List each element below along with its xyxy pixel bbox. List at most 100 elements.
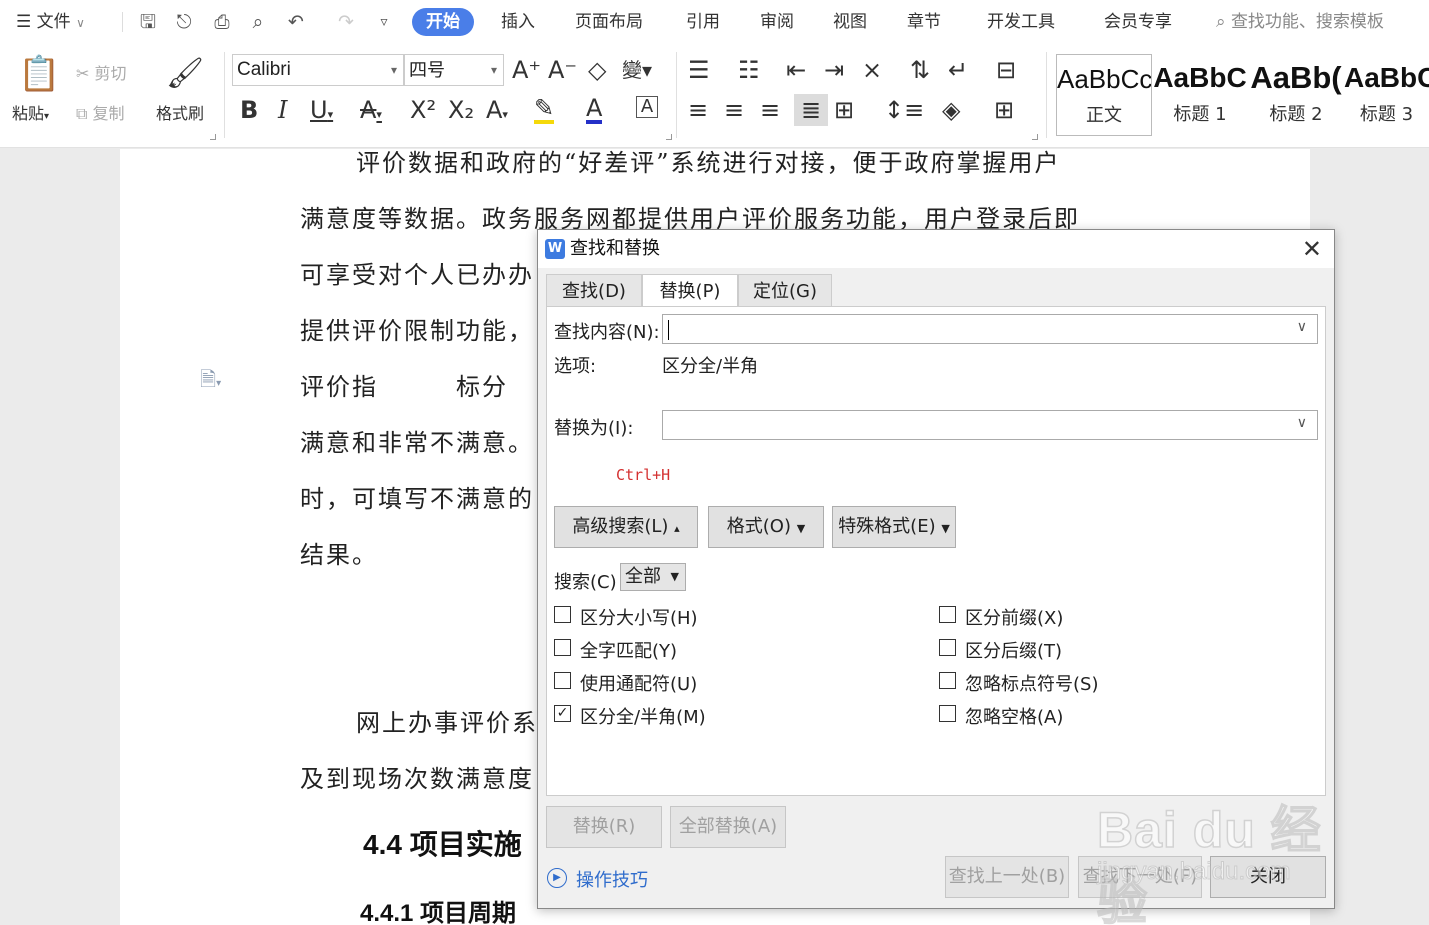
match-suffix-checkbox[interactable] <box>939 639 956 656</box>
scissors-icon: ✂ <box>76 64 90 83</box>
special-format-button[interactable]: 特殊格式(E) ▼ <box>832 506 956 548</box>
find-previous-button[interactable]: 查找上一处(B) <box>945 856 1069 898</box>
chevron-down-icon[interactable]: ∨ <box>1297 415 1307 431</box>
clear-format-icon[interactable]: ◇ <box>588 56 606 84</box>
increase-indent-icon[interactable]: ⇥ <box>824 56 844 84</box>
font-dialog-launcher[interactable] <box>666 134 672 140</box>
tab-view[interactable]: 视图 <box>833 0 867 44</box>
format-painter-button[interactable]: 格式刷 <box>156 100 204 124</box>
print-icon[interactable]: ⎙ <box>210 10 234 34</box>
full-half-width-checkbox[interactable]: ✓ <box>554 705 571 722</box>
tab-goto[interactable]: 定位(G) <box>738 274 832 307</box>
whole-word-checkbox[interactable] <box>554 639 571 656</box>
decrease-indent-icon[interactable]: ⇤ <box>786 56 806 84</box>
copy-button[interactable]: ⧉ 复制 <box>76 100 125 124</box>
font-name-select[interactable]: Calibri ▾ <box>232 54 404 86</box>
undo-icon[interactable]: ↶ <box>284 10 308 34</box>
shrink-font-icon[interactable]: A⁻ <box>548 56 577 84</box>
char-border-icon[interactable]: A <box>636 96 658 118</box>
show-marks-icon[interactable]: ↵ <box>948 56 968 84</box>
style-heading-1[interactable]: AaBbC 标题 1 <box>1152 54 1248 136</box>
ignore-punctuation-checkbox[interactable] <box>939 672 956 689</box>
tab-home[interactable]: 开始 <box>412 8 474 36</box>
strikethrough-icon[interactable]: A▾ <box>360 96 382 129</box>
search-scope-select[interactable]: 全部 ▼ <box>620 563 686 591</box>
tab-replace[interactable]: 替换(P) <box>642 274 738 308</box>
close-icon[interactable]: ✕ <box>1302 234 1322 264</box>
ignore-punctuation-label[interactable]: 忽略标点符号(S) <box>965 670 1098 696</box>
full-half-width-label[interactable]: 区分全/半角(M) <box>580 703 706 729</box>
ignore-space-checkbox[interactable] <box>939 705 956 722</box>
play-tips-icon[interactable]: ▶ <box>547 868 567 888</box>
highlight-icon[interactable]: ✎ <box>534 96 555 124</box>
align-center-icon[interactable]: ≡ <box>724 96 744 124</box>
italic-icon[interactable]: I <box>278 96 287 124</box>
replace-all-button[interactable]: 全部替换(A) <box>670 806 786 848</box>
match-prefix-checkbox[interactable] <box>939 606 956 623</box>
whole-word-label[interactable]: 全字匹配(Y) <box>580 637 677 663</box>
superscript-icon[interactable]: X² <box>410 96 436 124</box>
format-button[interactable]: 格式(O) ▼ <box>708 506 824 548</box>
tab-review[interactable]: 审阅 <box>760 0 794 44</box>
subscript-icon[interactable]: X₂ <box>448 96 474 124</box>
advanced-search-button[interactable]: 高级搜索(L) ▴ <box>554 506 698 548</box>
clipboard-dialog-launcher[interactable] <box>210 134 216 140</box>
align-left-icon[interactable]: ≡ <box>688 96 708 124</box>
borders-icon[interactable]: ⊞ <box>994 96 1014 124</box>
style-heading-3[interactable]: AaBbC 标题 3 <box>1344 54 1429 136</box>
document-map-icon[interactable]: 🗎▾ <box>200 365 221 399</box>
style-heading-2[interactable]: AaBb( 标题 2 <box>1248 54 1344 136</box>
chevron-down-icon: ▾ <box>490 63 497 77</box>
find-input[interactable]: ∨ <box>662 314 1318 344</box>
chevron-down-icon[interactable]: ∨ <box>1297 319 1307 335</box>
paste-button[interactable]: 粘贴▾ <box>12 100 49 124</box>
sort-icon[interactable]: ⇅ <box>910 56 930 84</box>
paste-icon[interactable]: 📋 <box>18 54 60 94</box>
replace-input[interactable]: ∨ <box>662 410 1318 440</box>
style-normal[interactable]: AaBbCcI 正文 <box>1056 54 1152 136</box>
print-preview-icon[interactable]: ⌕ <box>246 10 270 34</box>
match-case-label[interactable]: 区分大小写(H) <box>580 604 698 630</box>
match-prefix-label[interactable]: 区分前缀(X) <box>965 604 1063 630</box>
ignore-space-label[interactable]: 忽略空格(A) <box>965 703 1063 729</box>
bold-icon[interactable]: B <box>240 96 258 124</box>
tab-developer[interactable]: 开发工具 <box>987 0 1055 44</box>
shading-icon[interactable]: ◈ <box>942 96 960 124</box>
redo-icon[interactable]: ↷ <box>334 10 358 34</box>
tab-chapter[interactable]: 章节 <box>907 0 941 44</box>
tab-member[interactable]: 会员专享 <box>1104 0 1172 44</box>
font-size-select[interactable]: 四号 ▾ <box>404 54 504 86</box>
replace-button[interactable]: 替换(R) <box>546 806 662 848</box>
match-case-checkbox[interactable] <box>554 606 571 623</box>
customize-toolbar-icon[interactable]: ▿ <box>372 10 396 34</box>
text-effect-icon[interactable]: A▾ <box>486 96 508 129</box>
search-function-box[interactable]: ⌕ 查找功能、搜索模板 <box>1216 0 1384 44</box>
font-color-icon[interactable]: A <box>586 96 603 124</box>
chinese-layout-icon[interactable]: ⨯ <box>862 56 882 84</box>
tab-references[interactable]: 引用 <box>686 0 720 44</box>
grow-font-icon[interactable]: A⁺ <box>512 56 541 84</box>
phonetic-guide-icon[interactable]: 變▾ <box>622 56 652 84</box>
distributed-align-icon[interactable]: ⊞ <box>834 96 854 124</box>
export-pdf-icon[interactable]: ⎋ <box>172 10 196 34</box>
align-right-icon[interactable]: ≡ <box>760 96 780 124</box>
cut-button[interactable]: ✂ 剪切 <box>76 60 127 84</box>
tab-page-layout[interactable]: 页面布局 <box>575 0 643 44</box>
numbered-list-icon[interactable]: ☷ <box>738 56 760 84</box>
tab-find[interactable]: 查找(D) <box>546 274 642 307</box>
save-icon[interactable]: 🖫 <box>136 10 160 34</box>
paragraph-dialog-launcher[interactable] <box>1032 134 1038 140</box>
wildcards-checkbox[interactable] <box>554 672 571 689</box>
bullet-list-icon[interactable]: ☰ <box>688 56 710 84</box>
ruler-icon[interactable]: ⊟ <box>996 56 1016 84</box>
dialog-titlebar[interactable]: W 查找和替换 ✕ <box>538 230 1334 268</box>
underline-icon[interactable]: U▾ <box>310 96 333 129</box>
line-spacing-icon[interactable]: ↕≡ <box>884 96 924 124</box>
match-suffix-label[interactable]: 区分后缀(T) <box>965 637 1062 663</box>
file-menu[interactable]: ☰ 文件 ∨ <box>16 0 85 44</box>
tips-link[interactable]: 操作技巧 <box>576 866 648 892</box>
justify-icon[interactable]: ≣ <box>794 94 828 126</box>
format-painter-icon[interactable]: 🖌 <box>166 54 204 94</box>
wildcards-label[interactable]: 使用通配符(U) <box>580 670 697 696</box>
tab-insert[interactable]: 插入 <box>501 0 535 44</box>
